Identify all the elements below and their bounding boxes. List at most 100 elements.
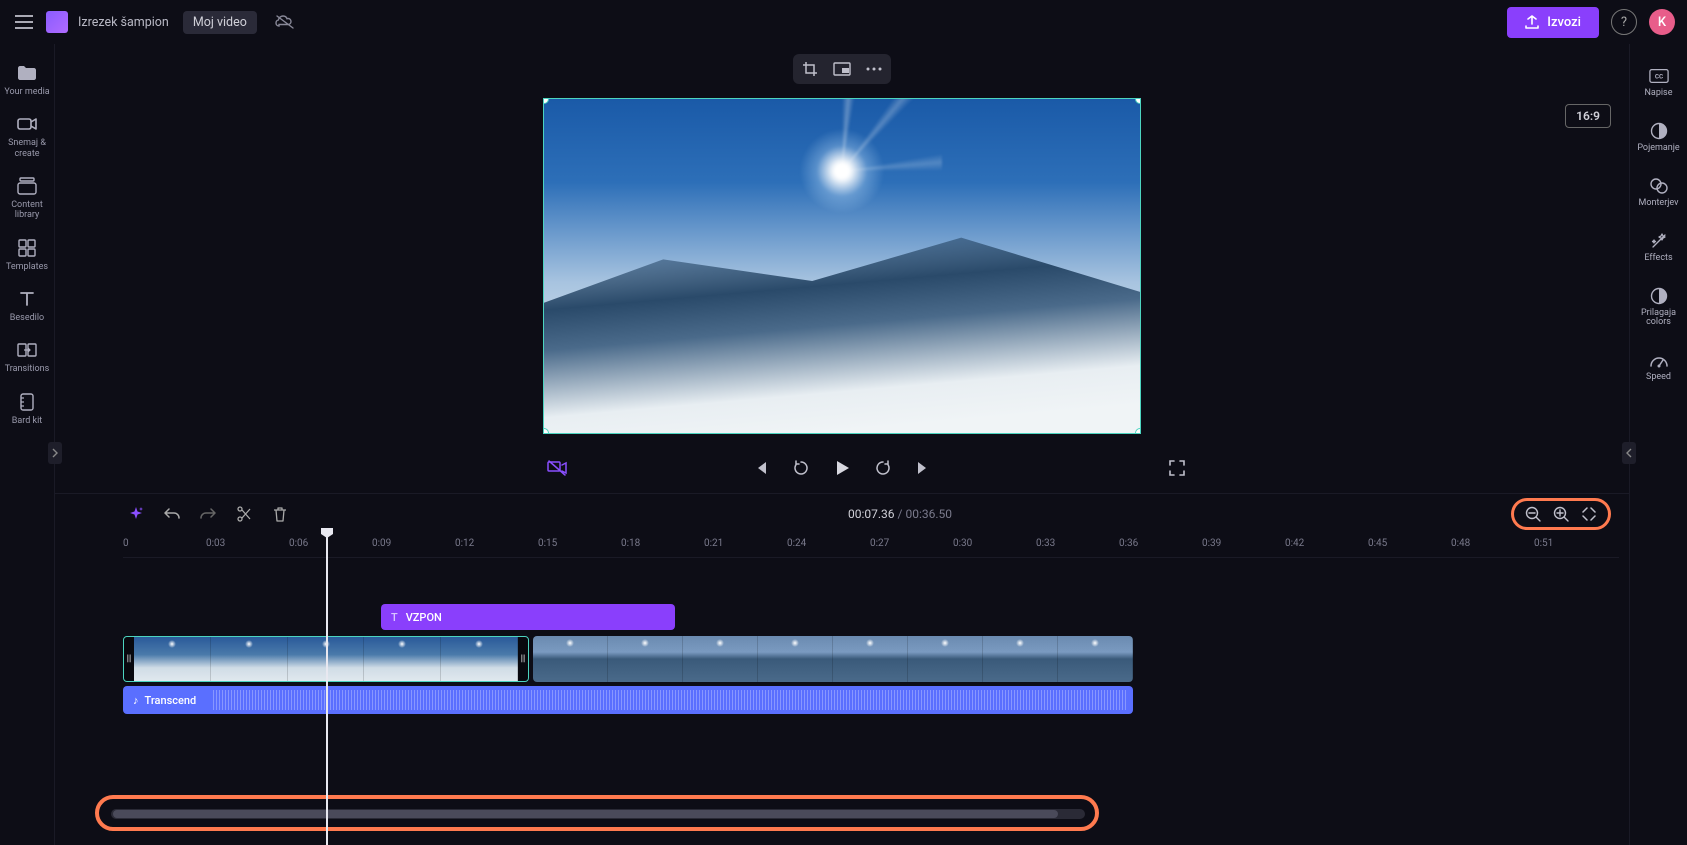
text-track[interactable]: T VZPON (123, 604, 1619, 632)
detach-audio-icon (547, 459, 567, 477)
sidebar-item-effects[interactable]: Effects (1630, 221, 1687, 274)
audio-clip[interactable]: ♪ Transcend (123, 686, 1133, 714)
ruler-tick: 0:30 (953, 538, 972, 549)
fade-icon (1649, 121, 1669, 141)
clip-trim-left[interactable]: || (124, 637, 134, 681)
app-logo-icon (46, 11, 68, 33)
sidebar-item-label: Transitions (5, 364, 50, 374)
resize-handle-tr[interactable] (1135, 98, 1141, 104)
filters-icon (1649, 176, 1669, 196)
pip-button[interactable] (833, 60, 851, 78)
zoom-fit-icon (1582, 507, 1596, 521)
sidebar-item-templates[interactable]: Templates (0, 229, 55, 280)
sidebar-item-label: Besedilo (10, 313, 44, 323)
sidebar-item-brand-kit[interactable]: Bard kit (0, 383, 55, 434)
undo-button[interactable] (163, 505, 181, 523)
crop-icon (802, 61, 818, 77)
playback-buttons (751, 457, 933, 479)
detach-audio-button[interactable] (547, 459, 567, 477)
resize-handle-br[interactable] (1135, 428, 1141, 434)
fullscreen-button[interactable] (1169, 460, 1185, 476)
workspace: Your media Snemaj & create Content libra… (0, 44, 1687, 845)
rewind-button[interactable] (791, 458, 811, 478)
menu-button[interactable] (12, 10, 36, 34)
ruler-tick: 0 (123, 538, 129, 549)
playhead[interactable] (326, 534, 328, 845)
contrast-icon (1649, 286, 1669, 306)
sidebar-item-record[interactable]: Snemaj & create (0, 105, 55, 167)
sidebar-item-media[interactable]: Your media (0, 54, 55, 105)
delete-button[interactable] (271, 505, 289, 523)
timeline-zoom-controls (1511, 498, 1611, 530)
preview-frame[interactable] (543, 98, 1141, 434)
sidebar-item-transitions[interactable]: Transitions (0, 331, 55, 382)
collapse-right-panel[interactable] (1622, 442, 1636, 464)
cc-icon: CC (1649, 66, 1669, 86)
ruler-tick: 0:15 (538, 538, 557, 549)
right-sidebar: CC Napise Pojemanje Monterjev Effects Pr… (1629, 44, 1687, 845)
timeline: 00:07.36 / 00:36.50 00:030:060:090:120:1… (55, 493, 1629, 845)
sidebar-item-label: Pojemanje (1637, 144, 1679, 154)
camera-icon (16, 113, 38, 135)
topbar-right: Izvozi ? K (1507, 7, 1675, 38)
library-icon (16, 175, 38, 197)
split-button[interactable] (235, 505, 253, 523)
timeline-scrollbar[interactable] (111, 809, 1085, 819)
play-icon (833, 459, 851, 477)
redo-button[interactable] (199, 505, 217, 523)
sidebar-item-label: Templates (6, 262, 48, 272)
ruler-tick: 0:09 (372, 538, 391, 549)
skip-start-button[interactable] (751, 458, 771, 478)
timeline-scrollbar-thumb[interactable] (113, 810, 1058, 818)
sidebar-item-label: Your media (4, 87, 49, 97)
zoom-fit-button[interactable] (1580, 505, 1598, 523)
redo-icon (200, 507, 216, 521)
skip-end-icon (916, 461, 930, 475)
audio-track[interactable]: ♪ Transcend (123, 686, 1619, 714)
video-clip-2[interactable] (533, 636, 1133, 682)
timeline-timecode: 00:07.36 / 00:36.50 (848, 507, 952, 521)
forward-button[interactable] (873, 458, 893, 478)
sidebar-item-captions[interactable]: CC Napise (1630, 56, 1687, 109)
avatar[interactable]: K (1649, 9, 1675, 35)
play-button[interactable] (831, 457, 853, 479)
video-track[interactable]: || || (123, 636, 1619, 682)
scissors-icon (237, 506, 251, 522)
sidebar-item-adjust-colors[interactable]: Prilagaja colors (1630, 276, 1687, 339)
zoom-in-button[interactable] (1552, 505, 1570, 523)
text-clip[interactable]: T VZPON (381, 604, 675, 630)
sidebar-item-speed[interactable]: Speed (1630, 340, 1687, 393)
sidebar-item-content-library[interactable]: Content library (0, 167, 55, 229)
transitions-icon (16, 339, 38, 361)
left-sidebar: Your media Snemaj & create Content libra… (0, 44, 55, 845)
more-icon (866, 67, 882, 71)
clip-trim-right[interactable]: || (518, 637, 528, 681)
resize-handle-tl[interactable] (543, 98, 549, 104)
project-title[interactable]: Moj video (183, 11, 257, 34)
more-button[interactable] (865, 60, 883, 78)
sidebar-item-filters[interactable]: Monterjev (1630, 166, 1687, 219)
preview-stage (55, 94, 1629, 447)
sparkle-icon (128, 506, 144, 522)
forward-icon (874, 459, 892, 477)
help-button[interactable]: ? (1611, 9, 1637, 35)
fullscreen-icon (1169, 460, 1185, 476)
svg-text:CC: CC (1654, 73, 1662, 81)
crop-button[interactable] (801, 60, 819, 78)
zoom-out-button[interactable] (1524, 505, 1542, 523)
skip-end-button[interactable] (913, 458, 933, 478)
sidebar-item-label: Speed (1646, 373, 1671, 383)
undo-icon (164, 507, 180, 521)
timeline-ruler[interactable]: 00:030:060:090:120:150:180:210:240:270:3… (123, 534, 1619, 558)
playback-controls (55, 447, 1629, 493)
sidebar-item-text[interactable]: Besedilo (0, 280, 55, 331)
ai-tool-button[interactable] (127, 505, 145, 523)
breadcrumb[interactable]: Izrezek šampion (78, 15, 169, 30)
text-icon (16, 288, 38, 310)
chevron-left-icon (1626, 448, 1632, 458)
sidebar-item-fade[interactable]: Pojemanje (1630, 111, 1687, 164)
cloud-off-icon[interactable] (275, 14, 295, 30)
export-button[interactable]: Izvozi (1507, 7, 1599, 38)
sidebar-item-label: Bard kit (12, 416, 42, 426)
speedometer-icon (1649, 350, 1669, 370)
